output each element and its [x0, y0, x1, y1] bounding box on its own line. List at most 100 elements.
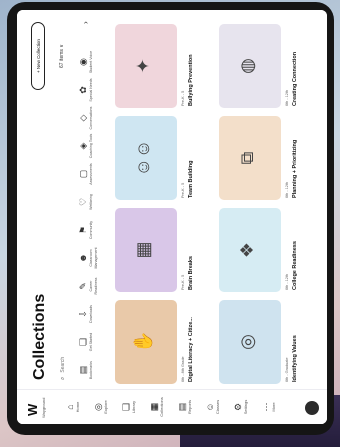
- card-thumbnail: ◎: [219, 300, 281, 384]
- card-grade: 6th - 12th: [285, 273, 289, 290]
- category-icon: ♡: [78, 197, 88, 207]
- card-title: Bullying Prevention: [188, 54, 194, 106]
- avatar[interactable]: [305, 401, 319, 415]
- card-title: Planning + Prioritizing: [292, 139, 298, 198]
- card-grade: 6th - 8th Grade: [181, 356, 185, 382]
- category-item[interactable]: ◈ Coaching Tools: [77, 132, 105, 160]
- card-icon: ☺☺: [133, 139, 153, 177]
- category-item[interactable]: ⚑ Community: [77, 216, 105, 244]
- category-icon: ☻: [78, 253, 88, 263]
- category-item[interactable]: ✎ Career Readiness: [77, 272, 105, 300]
- category-item[interactable]: ▢ Assessments: [77, 160, 105, 188]
- category-label: Community: [89, 220, 93, 240]
- category-icon: ▢: [78, 169, 88, 179]
- category-label: Bookmarks: [89, 361, 93, 379]
- category-label: Downloads: [89, 305, 93, 323]
- sort-dropdown[interactable]: 67 items ∨: [59, 44, 65, 68]
- collection-card[interactable]: ✋ 6th - 8th Grade Digital Literacy + Citiz…: [115, 300, 215, 384]
- card-thumbnail: ✋: [115, 300, 177, 384]
- main-content: Collections + New Collection ⌕ Search 67…: [17, 10, 327, 390]
- collection-card[interactable]: ▦ Pre-K - 5 Brain Breaks: [115, 208, 215, 292]
- card-icon: ⧉: [237, 151, 257, 165]
- sidebar-item-label: More: [271, 402, 276, 412]
- chart-icon: ▤: [177, 402, 187, 412]
- chevron-right-icon[interactable]: ›: [81, 21, 90, 24]
- category-icon: ⇩: [78, 310, 88, 318]
- sidebar-item-classes[interactable]: ☺ Classes: [205, 393, 221, 421]
- category-bar: ▤ Bookmarks ❏ Get Started ⇩ Downloads ✎ Career …: [77, 24, 105, 384]
- users-icon: ☺: [205, 402, 215, 412]
- sidebar-item-collections[interactable]: ▦ Collections: [149, 393, 165, 421]
- category-label: Student Voice: [89, 50, 93, 74]
- category-item[interactable]: ◇ Conversations: [77, 104, 105, 132]
- category-icon: ✎: [78, 282, 88, 290]
- card-title: Team Building: [188, 160, 194, 198]
- sidebar-item-label: Classes: [215, 399, 220, 415]
- search-icon: ⌕: [59, 376, 66, 380]
- card-icon: ✋: [133, 330, 153, 354]
- category-label: Special Needs: [89, 78, 93, 102]
- card-grade: 6th - 12th: [285, 89, 289, 106]
- card-thumbnail: ◍: [219, 24, 281, 108]
- left-rail: W Wayground ⌂ Home ◎ Explore ❑ Library ▦ Collec…: [17, 389, 327, 424]
- collection-card[interactable]: ⧉ 6th - 12th Planning + Prioritizing: [219, 116, 319, 200]
- card-grade: 6th - Graduate: [285, 357, 289, 382]
- card-title: Brain Breaks: [188, 256, 194, 290]
- category-label: Assessments: [89, 163, 93, 185]
- card-grade: Pre-K - 5: [181, 90, 185, 106]
- collection-card[interactable]: ❖ 6th - 12th College Readiness: [219, 208, 319, 292]
- category-icon: ❏: [78, 337, 88, 347]
- search-placeholder: Search: [60, 356, 66, 373]
- sidebar-item-reports[interactable]: ▤ Reports: [177, 393, 193, 421]
- collection-card[interactable]: ✦ Pre-K - 5 Bullying Prevention: [115, 24, 215, 108]
- card-icon: ✦: [133, 58, 153, 74]
- sidebar-item-explore[interactable]: ◎ Explore: [93, 393, 109, 421]
- card-grade: 6th - 12th: [285, 181, 289, 198]
- category-icon: ⚑: [78, 225, 88, 235]
- sidebar-item-label: Explore: [103, 400, 108, 414]
- app-window: W Wayground ⌂ Home ◎ Explore ❑ Library ▦ Collec…: [17, 10, 327, 424]
- collection-card[interactable]: ◎ 6th - Graduate Identifying Values: [219, 300, 319, 384]
- sidebar-item-label: Library: [131, 400, 136, 414]
- card-title: Creating Connection: [292, 51, 298, 106]
- card-thumbnail: ✦: [115, 24, 177, 108]
- card-thumbnail: ⧉: [219, 116, 281, 200]
- collection-icon: ▦: [149, 402, 159, 412]
- collection-card[interactable]: ◍ 6th - 12th Creating Connection: [219, 24, 319, 108]
- card-thumbnail: ▦: [115, 208, 177, 292]
- home-icon: ⌂: [65, 404, 75, 410]
- category-icon: ▤: [78, 365, 88, 375]
- card-title: Identifying Values: [292, 335, 298, 382]
- card-icon: ▦: [133, 241, 153, 259]
- card-icon: ❖: [237, 241, 257, 259]
- category-label: Coaching Tools: [89, 133, 93, 159]
- book-icon: ❑: [121, 402, 131, 412]
- category-item[interactable]: ☻ Classroom Management: [77, 244, 105, 272]
- search-input[interactable]: ⌕ Search: [57, 260, 69, 380]
- category-item[interactable]: ❏ Get Started: [77, 328, 105, 356]
- sidebar-item-more[interactable]: ⋯ More: [261, 393, 277, 421]
- card-thumbnail: ☺☺: [115, 116, 177, 200]
- category-label: Career Readiness: [89, 277, 98, 295]
- sidebar-item-home[interactable]: ⌂ Home: [65, 393, 81, 421]
- category-icon: ◈: [78, 142, 88, 150]
- card-icon: ◎: [237, 334, 257, 350]
- category-item[interactable]: ⇩ Downloads: [77, 300, 105, 328]
- sidebar-item-label: Home: [75, 401, 80, 413]
- category-item[interactable]: ♡ Wellbeing: [77, 188, 105, 216]
- app-logo[interactable]: W: [25, 404, 40, 416]
- category-item[interactable]: ▤ Bookmarks: [77, 356, 105, 384]
- card-grade: Pre-K - 5: [181, 274, 185, 290]
- new-collection-button[interactable]: + New Collection: [31, 22, 45, 90]
- sidebar-item-settings[interactable]: ⚙ Settings: [233, 393, 249, 421]
- category-icon: ◉: [78, 58, 88, 66]
- compass-icon: ◎: [93, 403, 103, 411]
- category-label: Classroom Management: [89, 247, 98, 269]
- category-item[interactable]: ✿ Special Needs: [77, 76, 105, 104]
- sidebar-item-label: Reports: [187, 400, 192, 415]
- page-title: Collections: [31, 293, 48, 380]
- sidebar-item-library[interactable]: ❑ Library: [121, 393, 137, 421]
- category-item[interactable]: ◉ Student Voice: [77, 48, 105, 76]
- collection-card[interactable]: ☺☺ Pre-K - 5 Team Building: [115, 116, 215, 200]
- sidebar-item-label: Settings: [243, 399, 248, 415]
